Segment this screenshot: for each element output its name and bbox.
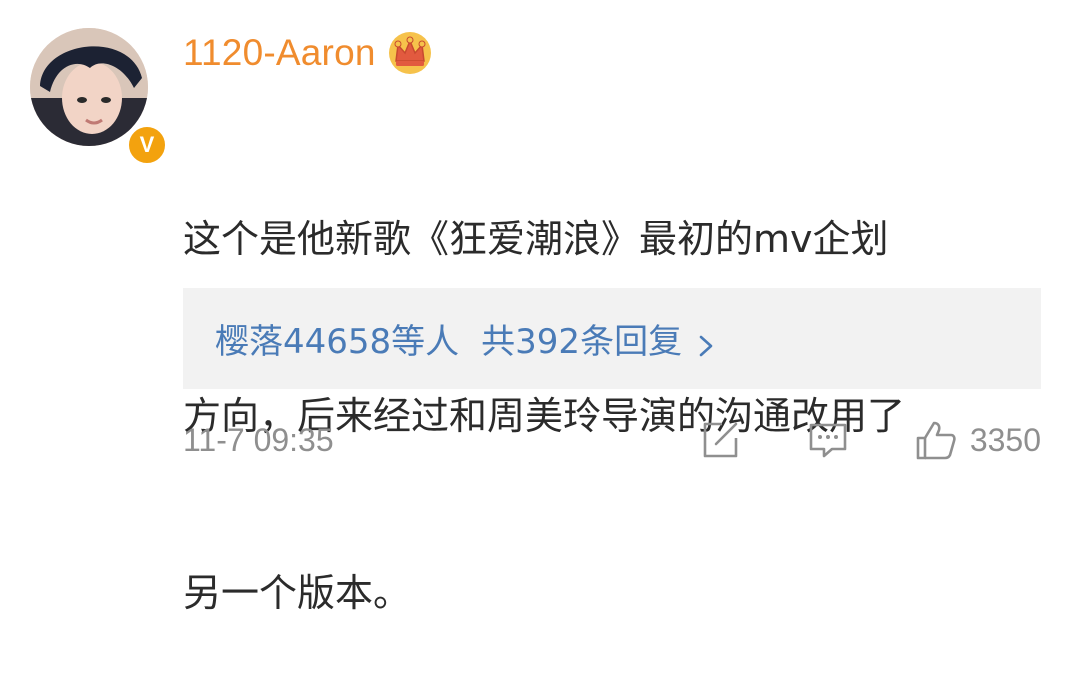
verified-badge: V [125, 123, 169, 167]
like-count: 3350 [969, 421, 1041, 458]
comment-footer: 11-7 09:35 3350 [183, 416, 1041, 464]
reply-count: 共392条回复 [481, 322, 683, 362]
avatar-image [30, 28, 148, 146]
avatar[interactable]: V [30, 28, 169, 167]
comment-line: 另一个版本。 [183, 571, 412, 615]
comment-line: 这个是他新歌《狂爱潮浪》最初的mv企划 [183, 217, 889, 261]
thumbs-up-icon[interactable] [914, 418, 958, 462]
share-icon[interactable] [698, 418, 742, 462]
replies-link[interactable]: 樱落44658等人 共392条回复 [183, 288, 1041, 389]
username[interactable]: 1120-Aaron [183, 32, 376, 74]
username-row: 1120-Aaron [183, 28, 434, 78]
timestamp: 11-7 09:35 [183, 421, 334, 458]
action-bar: 3350 [698, 418, 1041, 462]
comment-icon[interactable] [806, 418, 850, 462]
chevron-right-icon [698, 327, 714, 356]
reply-users: 樱落44658等人 [215, 322, 460, 362]
crown-icon [386, 31, 434, 75]
